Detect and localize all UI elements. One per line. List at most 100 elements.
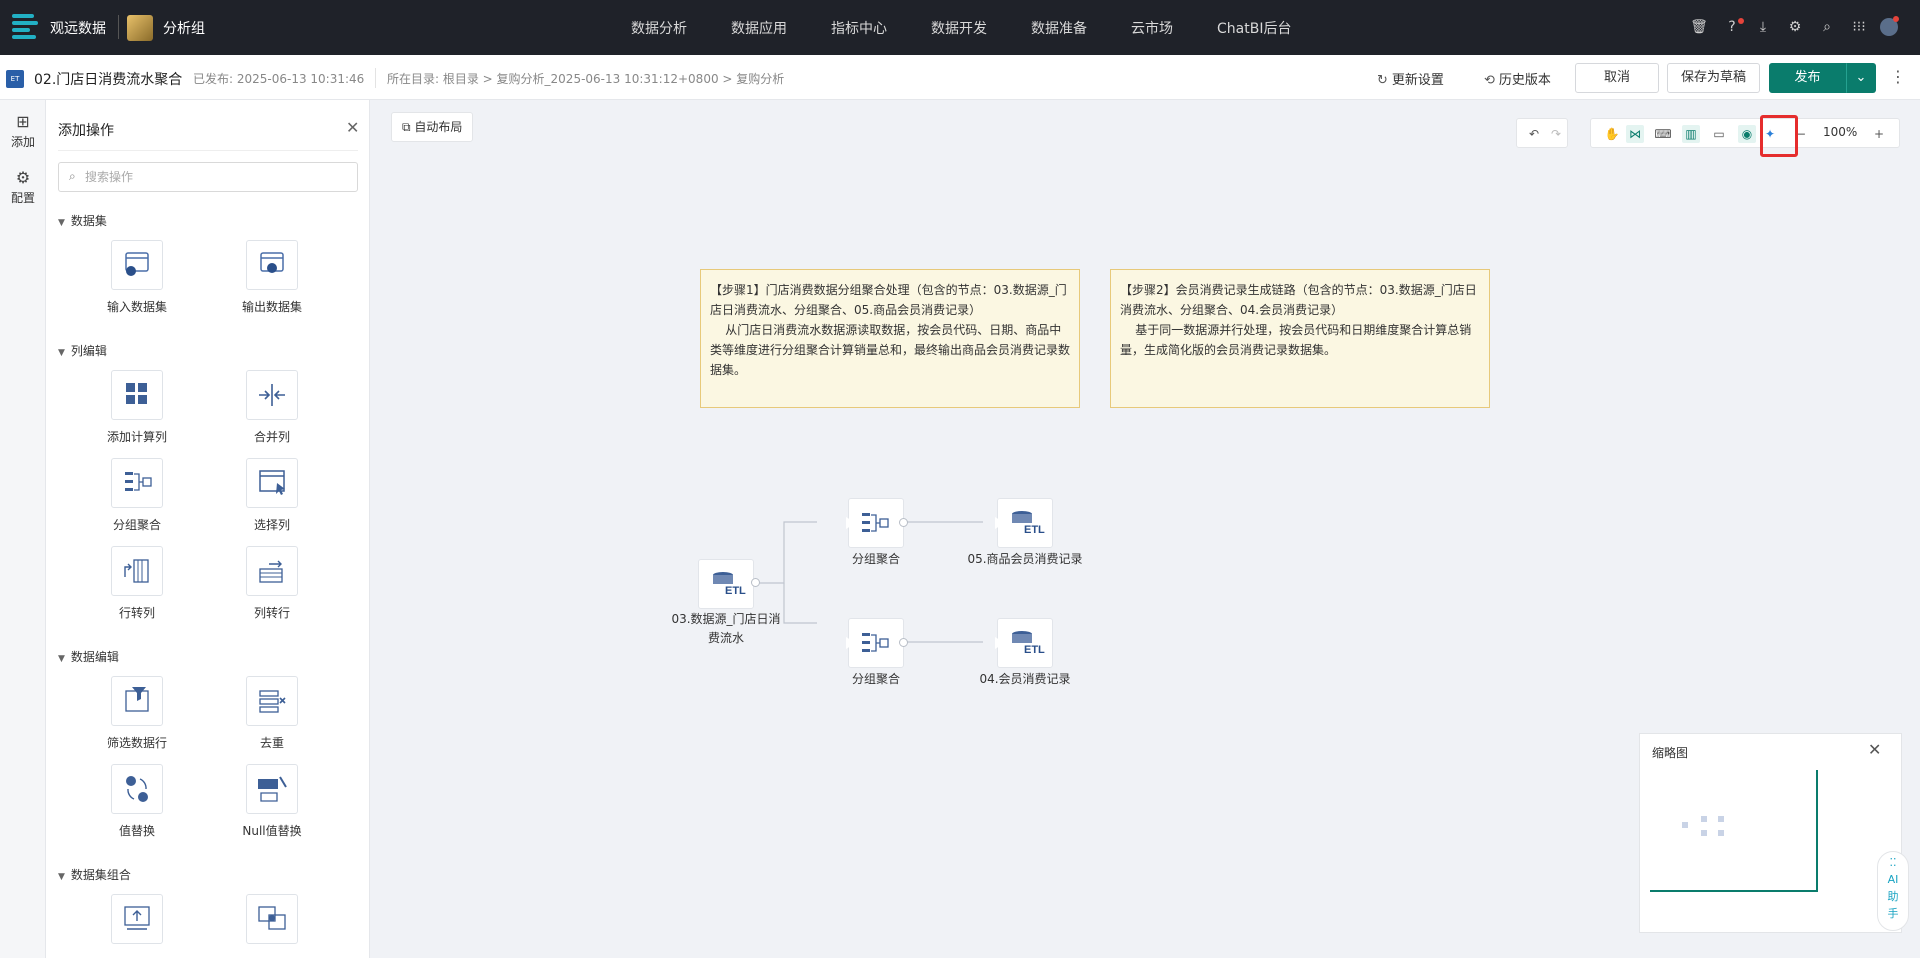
left-rail: ⊞ 添加 ⚙ 配置 [0, 100, 46, 958]
op-join-dataset[interactable] [222, 894, 322, 944]
history-icon: ⟲ [1484, 73, 1495, 88]
node-out1-label: 05.商品会员消费记录 [967, 552, 1083, 566]
nav-data-preparation[interactable]: 数据准备 [1031, 18, 1087, 38]
node-source[interactable]: ETL [698, 559, 754, 609]
nav-metric-center[interactable]: 指标中心 [831, 18, 887, 38]
node-out2[interactable]: ETL [997, 618, 1053, 668]
operation-search-input[interactable] [85, 167, 345, 187]
caret-down-icon: ▼ [58, 654, 65, 664]
refresh-icon: ↻ [1377, 73, 1388, 88]
apps-grid-icon[interactable]: ⁝⁝⁝ [1850, 18, 1868, 36]
top-navbar: 观远数据 分析组 数据分析 数据应用 指标中心 数据开发 数据准备 云市场 Ch… [0, 0, 1920, 55]
op-label: 分组聚合 [112, 518, 161, 532]
minimap-panel: 缩略图 ✕ [1639, 733, 1902, 933]
rail-config-label: 配置 [10, 191, 35, 205]
save-draft-button[interactable]: 保存为草稿 [1667, 63, 1760, 93]
op-append-dataset[interactable] [87, 894, 187, 944]
close-icon[interactable]: ✕ [346, 118, 359, 137]
notification-dot [1738, 18, 1744, 24]
op-output-dataset[interactable]: 输出数据集 [222, 240, 322, 315]
group-avatar[interactable] [127, 15, 153, 41]
op-group-aggregate[interactable]: 分组聚合 [87, 458, 187, 533]
rail-add[interactable]: ⊞ 添加 [0, 112, 46, 150]
nav-cloud-market[interactable]: 云市场 [1131, 18, 1173, 38]
node-agg2-label: 分组聚合 [851, 672, 900, 686]
op-select-columns[interactable]: 选择列 [222, 458, 322, 533]
input-arrow-icon [846, 517, 856, 529]
op-label: 选择列 [253, 518, 290, 532]
node-agg1-label: 分组聚合 [851, 552, 900, 566]
append-dataset-icon [111, 894, 163, 944]
gear-icon[interactable]: ⚙ [1786, 18, 1804, 36]
ai-label: 助 [1887, 890, 1899, 903]
guanyuan-logo-icon[interactable] [12, 14, 38, 42]
op-null-replace[interactable]: Null值替换 [222, 764, 322, 839]
caret-down-icon: ▼ [58, 348, 65, 358]
cancel-button[interactable]: 取消 [1575, 63, 1659, 93]
caret-down-icon: ▼ [58, 872, 65, 882]
op-deduplicate[interactable]: 去重 [222, 676, 322, 751]
close-icon[interactable]: ✕ [1868, 740, 1881, 759]
op-label: 输入数据集 [106, 300, 167, 314]
op-row-to-column[interactable]: 行转列 [87, 546, 187, 621]
column-to-row-icon [246, 546, 298, 596]
node-port[interactable] [899, 518, 908, 527]
operation-search: ⌕ [58, 162, 358, 192]
op-label: 输出数据集 [241, 300, 302, 314]
divider [375, 68, 376, 88]
deduplicate-icon [246, 676, 298, 726]
download-icon[interactable]: ⤓ [1754, 18, 1772, 36]
minimap-title: 缩略图 [1652, 746, 1689, 760]
breadcrumb[interactable]: 所在目录: 根目录 > 复购分析_2025-06-13 10:31:12+080… [387, 70, 784, 87]
op-merge-columns[interactable]: 合并列 [222, 370, 322, 445]
svg-text:ETL: ETL [1024, 524, 1045, 536]
op-label: 行转列 [118, 606, 155, 620]
node-source-label: 03.数据源_门店日消费流水 [671, 612, 781, 645]
select-columns-icon [246, 458, 298, 508]
more-vertical-icon[interactable]: ⋮ [1890, 67, 1906, 86]
add-square-icon: ⊞ [16, 112, 30, 131]
nav-data-development[interactable]: 数据开发 [931, 18, 987, 38]
section-dataset[interactable]: ▼ 数据集 [58, 212, 107, 229]
section-dataset-combine[interactable]: ▼ 数据集组合 [58, 866, 131, 883]
op-input-dataset[interactable]: 输入数据集 [87, 240, 187, 315]
history-version-button[interactable]: ⟲ 历史版本 [1484, 69, 1551, 88]
node-port[interactable] [899, 638, 908, 647]
nav-data-analysis[interactable]: 数据分析 [631, 18, 687, 38]
nav-data-application[interactable]: 数据应用 [731, 18, 787, 38]
publish-button[interactable]: 发布 [1769, 63, 1846, 93]
rail-config[interactable]: ⚙ 配置 [0, 168, 46, 206]
op-add-calc-column[interactable]: 添加计算列 [87, 370, 187, 445]
svg-text:ETL: ETL [1024, 644, 1045, 656]
ai-label: 手 [1887, 907, 1899, 920]
document-title: 02.门店日消费流水聚合 [34, 72, 183, 88]
publish-dropdown-button[interactable]: ⌄ [1846, 63, 1876, 93]
op-filter-rows[interactable]: 筛选数据行 [87, 676, 187, 751]
op-label: 合并列 [253, 430, 290, 444]
nav-chatbi-admin[interactable]: ChatBI后台 [1217, 18, 1291, 38]
node-agg1[interactable] [848, 498, 904, 548]
panel-title: 添加操作 [58, 123, 114, 139]
minimap-view[interactable] [1650, 770, 1870, 930]
input-arrow-icon [995, 637, 1005, 649]
brand-name: 观远数据 [50, 21, 106, 37]
node-port[interactable] [751, 578, 760, 587]
chevron-down-icon: ⌄ [1855, 70, 1867, 85]
etl-database-icon: ETL [1012, 631, 1045, 656]
ai-label: AI [1887, 873, 1899, 886]
group-name[interactable]: 分析组 [163, 18, 205, 38]
op-value-replace[interactable]: 值替换 [87, 764, 187, 839]
node-agg2[interactable] [848, 618, 904, 668]
ai-assistant-button[interactable]: ⁚⁚ AI 助 手 [1877, 851, 1909, 931]
trash-icon[interactable]: 🗑 [1690, 18, 1708, 36]
input-arrow-icon [995, 517, 1005, 529]
op-column-to-row[interactable]: 列转行 [222, 546, 322, 621]
section-column-edit[interactable]: ▼ 列编辑 [58, 342, 107, 359]
group-aggregate-icon [111, 458, 163, 508]
section-data-edit[interactable]: ▼ 数据编辑 [58, 648, 119, 665]
node-out1[interactable]: ETL [997, 498, 1053, 548]
merge-columns-icon [246, 370, 298, 420]
search-icon[interactable]: ⌕ [1818, 18, 1836, 36]
op-label: 添加计算列 [106, 430, 167, 444]
update-settings-button[interactable]: ↻ 更新设置 [1377, 69, 1444, 88]
